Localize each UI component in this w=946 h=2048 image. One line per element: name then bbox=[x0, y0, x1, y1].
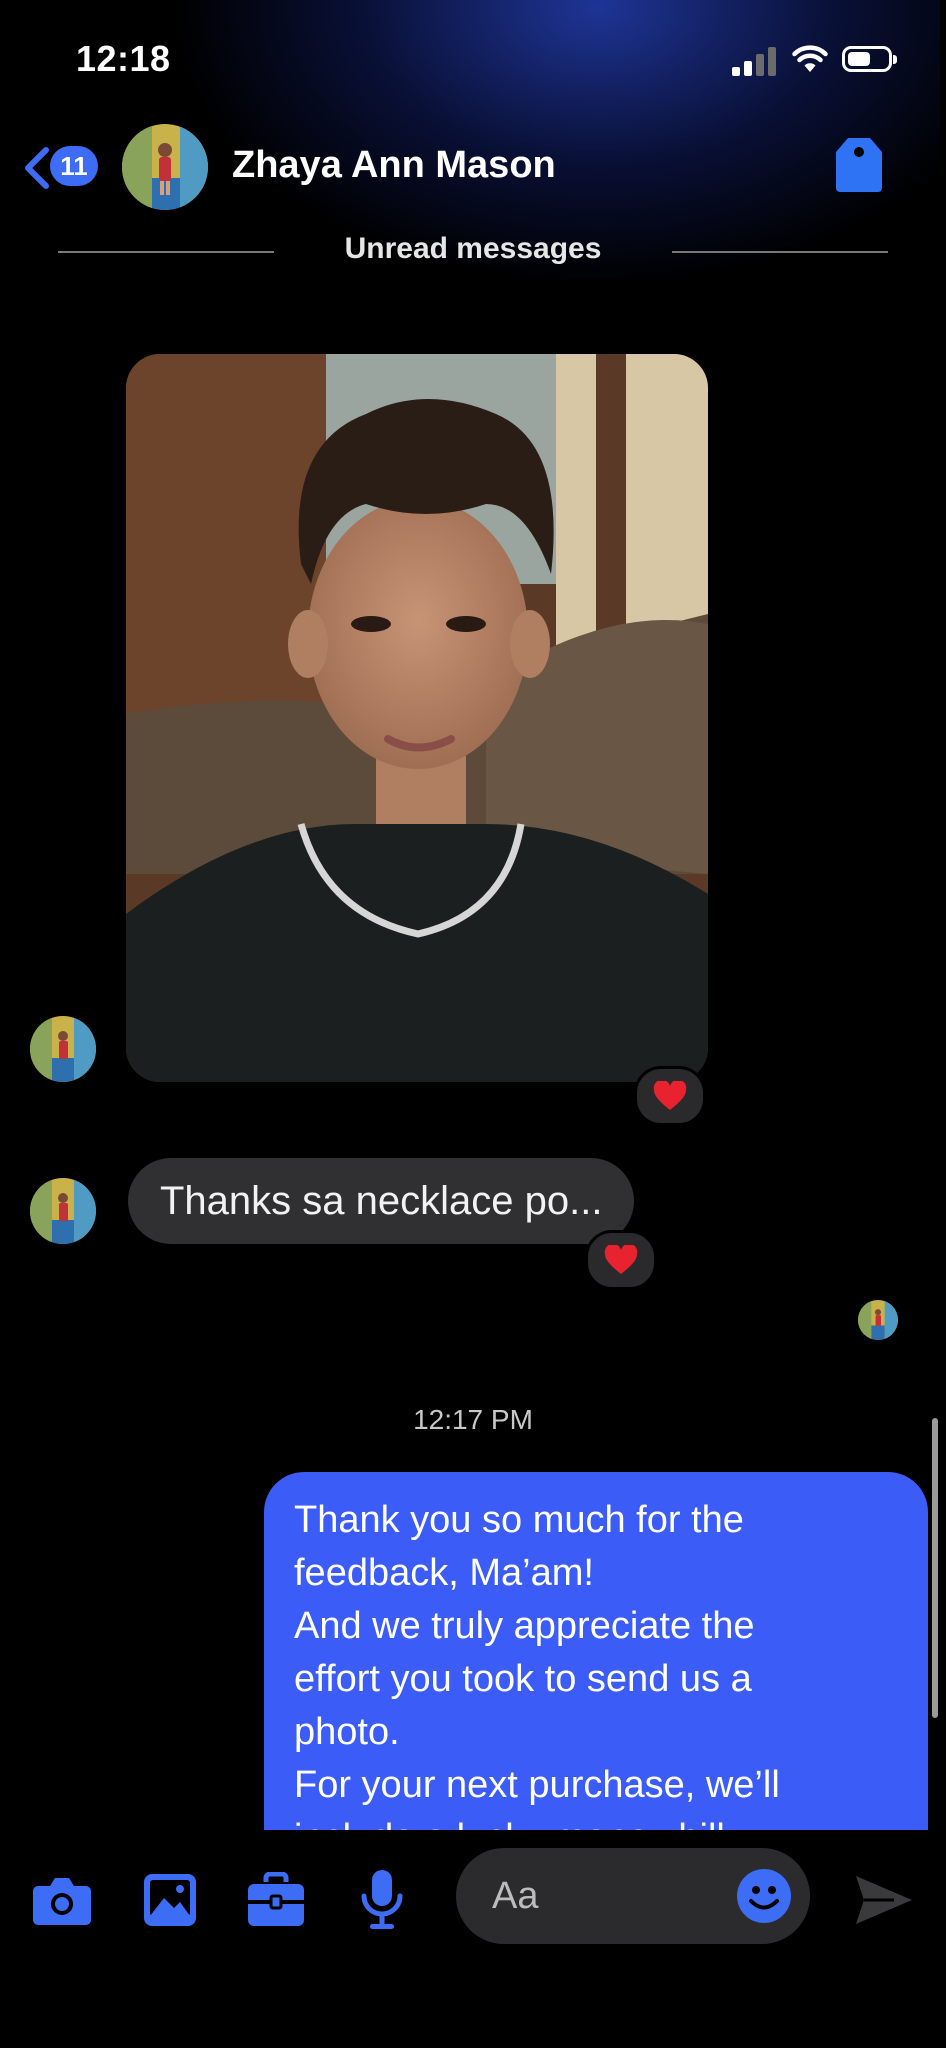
sender-avatar-text[interactable] bbox=[30, 1178, 96, 1244]
battery-icon bbox=[842, 46, 897, 72]
gallery-icon[interactable] bbox=[142, 1872, 198, 1928]
scrollbar[interactable] bbox=[932, 1418, 938, 1718]
cellular-signal-icon bbox=[732, 44, 778, 76]
camera-icon[interactable] bbox=[32, 1874, 92, 1926]
back-chevron-icon[interactable] bbox=[20, 144, 54, 192]
sender-avatar-photo[interactable] bbox=[30, 1016, 96, 1082]
unread-count-badge[interactable]: 11 bbox=[50, 146, 98, 186]
contact-name[interactable]: Zhaya Ann Mason bbox=[232, 144, 556, 187]
tag-icon[interactable] bbox=[834, 134, 884, 194]
outgoing-message-bubble[interactable]: Thank you so much for the feedback, Ma’a… bbox=[264, 1472, 928, 1830]
incoming-message-text: Thanks sa necklace po... bbox=[160, 1178, 603, 1223]
status-time: 12:18 bbox=[76, 38, 171, 79]
briefcase-icon[interactable] bbox=[246, 1872, 306, 1928]
read-receipt-avatar bbox=[858, 1300, 898, 1340]
message-reaction[interactable] bbox=[585, 1230, 657, 1290]
contact-avatar[interactable] bbox=[122, 124, 208, 210]
outgoing-message-text: Thank you so much for the feedback, Ma’a… bbox=[264, 1472, 928, 1830]
emoji-icon[interactable] bbox=[736, 1868, 792, 1924]
message-input[interactable] bbox=[492, 1848, 712, 1944]
unread-messages-label: Unread messages bbox=[344, 232, 602, 265]
incoming-message-bubble[interactable]: Thanks sa necklace po... bbox=[128, 1158, 635, 1244]
microphone-icon[interactable] bbox=[360, 1868, 404, 1932]
message-timestamp: 12:17 PM bbox=[413, 1404, 533, 1435]
message-composer[interactable] bbox=[456, 1848, 810, 1944]
divider-right bbox=[672, 251, 888, 253]
send-icon[interactable] bbox=[854, 1874, 914, 1926]
heart-icon bbox=[653, 1081, 687, 1110]
heart-icon bbox=[604, 1245, 638, 1274]
wifi-icon bbox=[792, 45, 828, 72]
photo-message[interactable] bbox=[126, 354, 708, 1082]
photo-reaction[interactable] bbox=[634, 1066, 706, 1126]
